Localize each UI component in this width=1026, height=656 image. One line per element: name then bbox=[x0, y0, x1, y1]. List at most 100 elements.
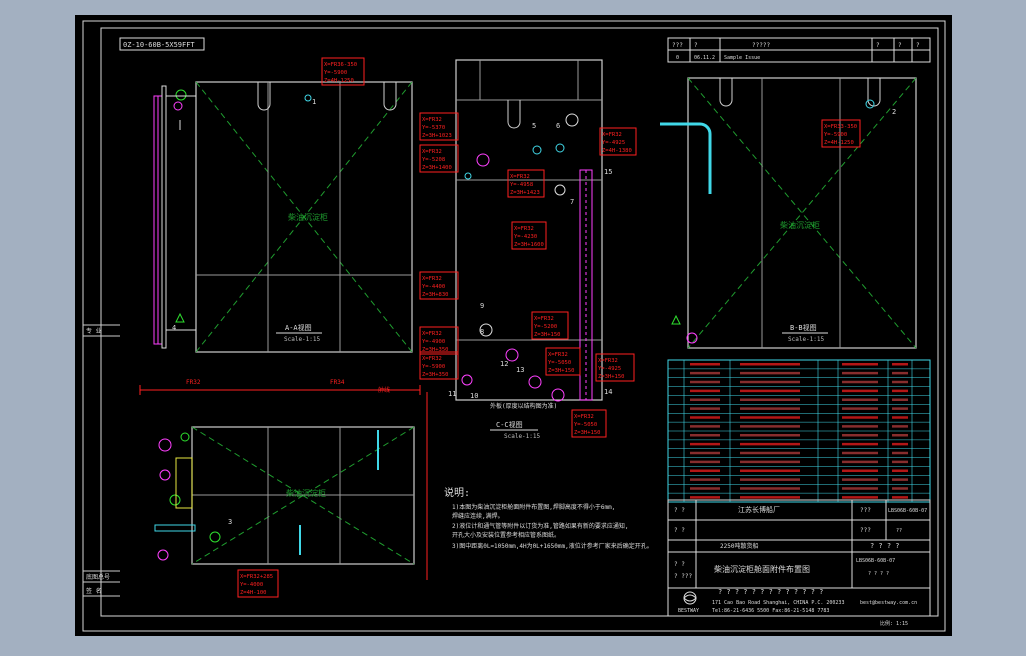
item-number: 6 bbox=[556, 122, 560, 130]
bom-cell-text bbox=[892, 451, 908, 455]
callout-text: Z=3H+1400 bbox=[422, 165, 452, 171]
callout-text: X=FR32 bbox=[422, 331, 442, 337]
sheet-no: ?? bbox=[896, 528, 902, 534]
edge-label-major: 专 业 bbox=[86, 327, 102, 335]
callout-text: X=FR32+285 bbox=[240, 574, 273, 580]
plan-fr-right: FR34 bbox=[330, 379, 345, 386]
bom-cell-text bbox=[740, 496, 800, 499]
bom-cell-text bbox=[892, 442, 908, 446]
callout-text: Z=3H+150 bbox=[598, 374, 625, 380]
bom-cell-text bbox=[690, 380, 720, 384]
bom-cell-text bbox=[842, 434, 878, 437]
bom-cell-text bbox=[892, 407, 908, 410]
bom-cell-text bbox=[740, 416, 800, 419]
callout-text: Y=-5900 bbox=[324, 70, 347, 76]
callout-text: Z=3H+830 bbox=[422, 292, 449, 298]
cad-viewport[interactable]: 专 业 底图总号 签 名 0Z-10-60B-5X59FFT 柴油沉淀柜 A-A… bbox=[0, 0, 1026, 652]
bom-cell-text bbox=[892, 496, 908, 499]
svg-text:???: ??? bbox=[672, 42, 683, 49]
cc-scale: Scale-1:15 bbox=[504, 433, 541, 440]
bom-cell-text bbox=[842, 398, 878, 401]
bom-cell-text bbox=[842, 371, 878, 375]
callout-text: Y=-5370 bbox=[422, 125, 445, 131]
bom-cell-text bbox=[892, 363, 908, 366]
bom-cell-text bbox=[690, 416, 720, 419]
bom-cell-text bbox=[690, 371, 720, 375]
svg-text:?: ? bbox=[876, 42, 880, 49]
bom-cell-text bbox=[892, 434, 908, 437]
bom-cell-text bbox=[842, 425, 878, 428]
address-1: 171 Cao Bao Road Shanghai, CHINA P.C. 20… bbox=[712, 600, 844, 606]
note-line-2: 焊缝应连续,满焊。 bbox=[452, 512, 504, 520]
callout-text: X=FR32 bbox=[422, 149, 442, 155]
item-number: 10 bbox=[470, 392, 478, 400]
bom-cell-text bbox=[740, 460, 800, 464]
callout-text: Y=-4230 bbox=[514, 234, 537, 240]
project-name: 2250吨散货船 bbox=[720, 542, 758, 550]
plan-fr-left: FR32 bbox=[186, 379, 201, 386]
callout-text: X=FR32 bbox=[602, 132, 622, 138]
item-number: 1 bbox=[312, 98, 316, 106]
bom-cell-text bbox=[740, 451, 800, 455]
company-name: 江苏长博船厂 bbox=[738, 505, 780, 514]
bom-cell-text bbox=[892, 416, 908, 419]
q-marks: ? ? ? ? ? ? ? ? ? ? ? ? ? bbox=[718, 588, 823, 596]
bom-cell-text bbox=[690, 460, 720, 464]
callout-text: X=FR32 bbox=[422, 276, 442, 282]
edge-label-base-no: 底图总号 bbox=[86, 573, 110, 581]
callout-text: Y=-5200 bbox=[534, 324, 557, 330]
bom-cell-text bbox=[740, 434, 800, 437]
edge-label-sign: 签 名 bbox=[86, 587, 102, 595]
callout-text: Y=-5208 bbox=[422, 157, 445, 163]
address-2: Tel:86-21-6436 5500 Fax:86-21-5148 7783 bbox=[712, 608, 829, 614]
bom-cell-text bbox=[740, 469, 800, 472]
callout-text: X=FR32 bbox=[422, 356, 442, 362]
svg-text:? ? ? ?: ? ? ? ? bbox=[868, 571, 889, 577]
svg-text:?: ? bbox=[694, 42, 698, 49]
callout-text: Z=3H+350 bbox=[422, 372, 449, 378]
bom-cell-text bbox=[740, 487, 800, 490]
callout-text: Z=4H-1250 bbox=[824, 140, 854, 146]
callout-text: Y=-4900 bbox=[422, 339, 445, 345]
bom-cell-text bbox=[892, 389, 908, 393]
svg-text:?: ? bbox=[916, 42, 920, 49]
bb-tank-label: 柴油沉淀柜 bbox=[780, 220, 820, 230]
callout-text: X=FR32 bbox=[510, 174, 530, 180]
note-line-4: 开孔大小及安装位置参考相应管系图纸。 bbox=[452, 531, 560, 539]
callout-text: X=FR32 bbox=[534, 316, 554, 322]
bom-cell-text bbox=[690, 398, 720, 401]
bom-cell-text bbox=[740, 380, 800, 384]
item-number: 14 bbox=[604, 388, 612, 396]
notes-title: 说明: bbox=[444, 486, 470, 499]
drawing-no-top: LBS06B-60B-07 bbox=[888, 508, 927, 514]
bom-cell-text bbox=[892, 478, 908, 481]
callout-text: Z=3H+150 bbox=[534, 332, 561, 338]
callout-text: X=FR32 bbox=[598, 358, 618, 364]
email: best@bestway.com.cn bbox=[860, 600, 917, 606]
svg-text:外板(厚度以结构图为准): 外板(厚度以结构图为准) bbox=[490, 402, 557, 410]
bom-cell-text bbox=[842, 389, 878, 393]
bom-cell-text bbox=[690, 434, 720, 437]
callout-text: Y=-4400 bbox=[422, 284, 445, 290]
callout-text: X=FR32 bbox=[514, 226, 534, 232]
drawing-no: LBS06B-60B-07 bbox=[856, 558, 895, 564]
svg-text:???: ??? bbox=[860, 507, 871, 514]
svg-text:???: ??? bbox=[860, 527, 871, 534]
bom-cell-text bbox=[690, 407, 720, 410]
svg-text:06.11.2: 06.11.2 bbox=[694, 55, 715, 61]
callout-text: Z=3H+1423 bbox=[510, 190, 540, 196]
bom-cell-text bbox=[740, 442, 800, 446]
callout-text: Z=3H+150 bbox=[574, 430, 601, 436]
callout-text: Y=-5050 bbox=[548, 360, 571, 366]
bom-cell-text bbox=[740, 478, 800, 481]
plan-centerline: 舯线 bbox=[378, 386, 390, 394]
callout-text: Y=-4925 bbox=[602, 140, 625, 146]
svg-text:? ?: ? ? bbox=[674, 561, 685, 568]
svg-text:0: 0 bbox=[676, 55, 679, 61]
bom-cell-text bbox=[842, 407, 878, 410]
item-number: 7 bbox=[570, 198, 574, 206]
item-number: 5 bbox=[532, 122, 536, 130]
callout-text: Z=3H+1023 bbox=[422, 133, 452, 139]
bom-cell-text bbox=[892, 469, 908, 472]
item-number: 12 bbox=[500, 360, 508, 368]
